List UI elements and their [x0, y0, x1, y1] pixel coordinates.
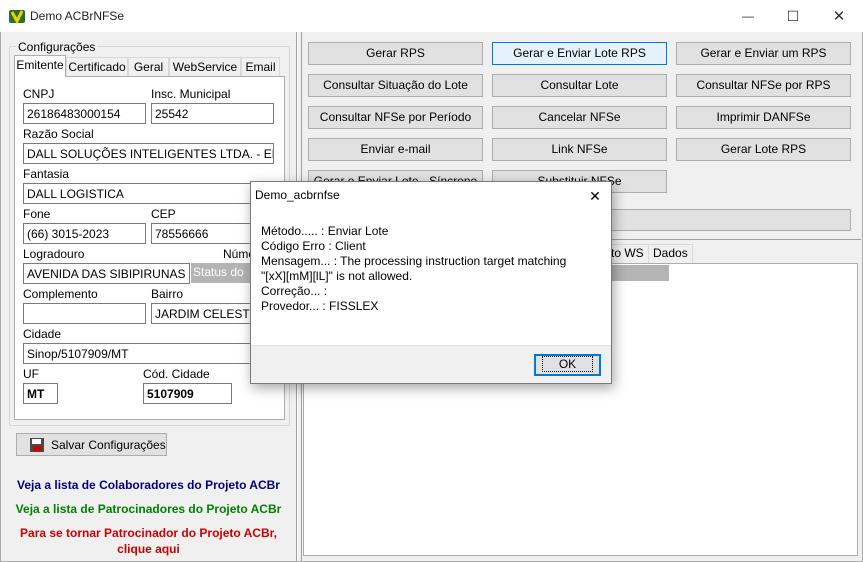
fantasia-label: Fantasia [23, 167, 70, 181]
minimize-icon: — [742, 9, 754, 23]
minimize-button[interactable]: — [725, 0, 771, 32]
dialog-line-provedor: Provedor... : FISSLEX [261, 299, 379, 313]
tab-webservice[interactable]: WebService [169, 57, 241, 76]
dialog-line-mensagem-cont: "[xX][mM][lL]" is not allowed. [261, 269, 413, 283]
uf-label: UF [23, 367, 39, 381]
razao-social-field[interactable]: DALL SOLUÇÕES INTELIGENTES LTDA. - EPP [23, 143, 274, 164]
maximize-icon: ☐ [786, 7, 800, 24]
bairro-label: Bairro [151, 287, 184, 301]
patrocinadores-link[interactable]: Veja a lista de Patrocinadores do Projet… [0, 502, 297, 516]
dialog-line-correcao: Correção... : [261, 284, 328, 298]
dialog-message: Método..... : Enviar Lote Código Erro : … [261, 224, 601, 314]
cep-label: CEP [151, 207, 176, 221]
tab-dados[interactable]: Dados [648, 244, 693, 263]
fone-label: Fone [23, 207, 51, 221]
gerar-enviar-lote-button[interactable]: Gerar e Enviar Lote RPS [492, 42, 667, 65]
cod-cidade-field[interactable]: 5107909 [143, 383, 232, 404]
consultar-periodo-button[interactable]: Consultar NFSe por Período [308, 106, 483, 129]
uf-field[interactable]: MT [23, 383, 58, 404]
cancelar-nfse-button[interactable]: Cancelar NFSe [492, 106, 667, 129]
close-icon: ✕ [832, 8, 846, 25]
message-dialog: Demo_acbrnfse ✕ Método..... : Enviar Lot… [250, 181, 612, 384]
consultar-nfse-rps-button[interactable]: Consultar NFSe por RPS [676, 74, 851, 97]
tab-emitente[interactable]: Emitente [14, 55, 66, 77]
colaboradores-link[interactable]: Veja a lista de Colaboradores do Projeto… [0, 478, 297, 492]
dialog-line-mensagem: Mensagem... : The processing instruction… [261, 254, 567, 268]
save-icon [30, 437, 44, 452]
title-bar: Demo ACBrNFSe — ☐ ✕ [0, 0, 863, 32]
tab-geral[interactable]: Geral [128, 57, 169, 76]
consultar-lote-button[interactable]: Consultar Lote [492, 74, 667, 97]
logradouro-field[interactable]: AVENIDA DAS SIBIPIRUNAS [23, 263, 190, 284]
insc-municipal-label: Insc. Municipal [151, 87, 231, 101]
enviar-email-button[interactable]: Enviar e-mail [308, 138, 483, 161]
dialog-line-codigo: Código Erro : Client [261, 239, 366, 253]
config-legend: Configurações [16, 40, 98, 54]
clique-aqui-link[interactable]: clique aqui [0, 542, 297, 556]
tab-retorno-ws[interactable]: to WS [606, 244, 649, 263]
ok-label: OK [541, 356, 594, 372]
consultar-situacao-button[interactable]: Consultar Situação do Lote [308, 74, 483, 97]
gerar-enviar-um-button[interactable]: Gerar e Enviar um RPS [676, 42, 851, 65]
link-nfse-button[interactable]: Link NFSe [492, 138, 667, 161]
app-logo-icon [9, 10, 25, 25]
fantasia-field[interactable]: DALL LOGISTICA [23, 183, 274, 204]
dialog-close-button[interactable]: ✕ [585, 186, 605, 206]
complemento-label: Complemento [23, 287, 98, 301]
complemento-field[interactable] [23, 303, 146, 324]
close-icon: ✕ [589, 187, 601, 204]
cidade-field[interactable]: Sinop/5107909/MT [23, 343, 274, 364]
dialog-footer: OK [251, 345, 611, 383]
gerar-lote-rps-button[interactable]: Gerar Lote RPS [676, 138, 851, 161]
save-config-button[interactable]: Salvar Configurações [16, 433, 167, 456]
cidade-label: Cidade [23, 327, 62, 341]
tab-certificado[interactable]: Certificado [66, 57, 128, 76]
status-strip: Status do [191, 263, 250, 283]
dialog-line-metodo: Método..... : Enviar Lote [261, 224, 389, 238]
tab-email[interactable]: Email [241, 57, 280, 76]
razao-social-label: Razão Social [23, 127, 94, 141]
insc-municipal-field[interactable]: 25542 [151, 103, 274, 124]
cnpj-field[interactable]: 26186483000154 [23, 103, 146, 124]
logradouro-label: Logradouro [23, 247, 85, 261]
maximize-button[interactable]: ☐ [770, 0, 816, 32]
ok-button[interactable]: OK [534, 354, 601, 376]
imprimir-danfse-button[interactable]: Imprimir DANFSe [676, 106, 851, 129]
close-button[interactable]: ✕ [816, 0, 862, 32]
dialog-title: Demo_acbrnfse [255, 188, 340, 202]
save-config-label: Salvar Configurações [51, 437, 166, 452]
window-title: Demo ACBrNFSe [30, 9, 125, 23]
cnpj-label: CNPJ [23, 87, 55, 101]
tornar-patrocinador-link[interactable]: Para se tornar Patrocinador do Projeto A… [0, 526, 297, 540]
fone-field[interactable]: (66) 3015-2023 [23, 223, 146, 244]
gerar-rps-button[interactable]: Gerar RPS [308, 42, 483, 65]
cod-cidade-label: Cód. Cidade [143, 367, 210, 381]
